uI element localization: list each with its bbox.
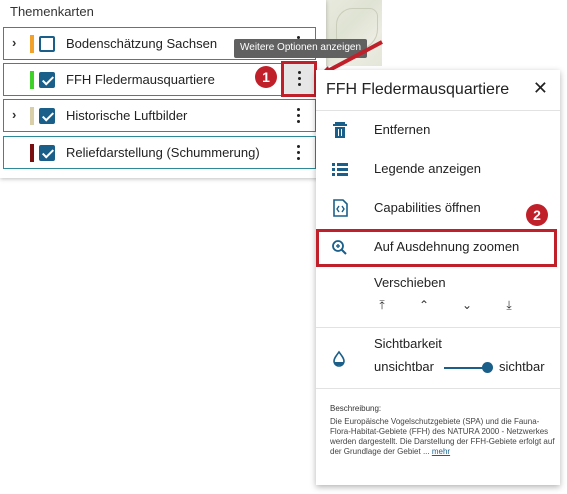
menu-item-remove[interactable]: Entfernen: [316, 112, 560, 148]
more-link[interactable]: mehr: [432, 447, 450, 456]
chevron-right-icon[interactable]: ›: [12, 35, 16, 50]
divider: [316, 327, 560, 328]
layer-checkbox[interactable]: [39, 72, 55, 88]
layer-row-relief[interactable]: Reliefdarstellung (Schummerung): [3, 136, 316, 169]
move-up-icon[interactable]: ⌃: [414, 298, 434, 312]
annotation-marker-1: 1: [255, 66, 277, 88]
visibility-min-label: unsichtbar: [374, 359, 434, 374]
layer-name: Reliefdarstellung (Schummerung): [66, 145, 260, 160]
move-to-top-icon[interactable]: ⤒: [372, 298, 392, 313]
menu-item-label: Legende anzeigen: [374, 161, 481, 176]
layer-checkbox[interactable]: [39, 36, 55, 52]
layer-name: Historische Luftbilder: [66, 108, 188, 123]
move-to-bottom-icon[interactable]: ⤓: [499, 298, 519, 313]
more-options-icon[interactable]: [293, 142, 303, 164]
opacity-icon: [333, 350, 345, 367]
move-buttons: ⤒ ⌃ ⌄ ⤓: [368, 298, 528, 318]
menu-item-legend[interactable]: Legende anzeigen: [316, 151, 560, 187]
divider: [316, 388, 560, 389]
description-label: Beschreibung:: [330, 404, 382, 413]
list-icon: [332, 163, 348, 176]
description-text: Die Europäische Vogelschutzgebiete (SPA)…: [330, 417, 556, 457]
more-options-icon[interactable]: [293, 105, 303, 127]
layer-color-swatch: [30, 107, 34, 125]
layer-name: FFH Fledermausquartiere: [66, 72, 215, 87]
layer-row-luftbilder[interactable]: › Historische Luftbilder: [3, 99, 316, 132]
layer-checkbox[interactable]: [39, 108, 55, 124]
annotation-highlight-box: [316, 229, 557, 267]
panel-title: Themenkarten: [10, 4, 94, 19]
theme-layers-panel: Themenkarten › Bodenschätzung Sachsen FF…: [0, 0, 326, 178]
layer-checkbox[interactable]: [39, 145, 55, 161]
visibility-slider-handle[interactable]: [482, 362, 493, 373]
code-file-icon: [333, 199, 348, 217]
close-icon[interactable]: ✕: [533, 78, 548, 99]
layer-color-swatch: [30, 35, 34, 53]
move-label: Verschieben: [374, 275, 446, 290]
divider: [316, 110, 560, 111]
visibility-max-label: sichtbar: [499, 359, 545, 374]
move-down-icon[interactable]: ⌄: [457, 298, 477, 312]
menu-item-capabilities[interactable]: Capabilities öffnen: [316, 190, 560, 226]
trash-icon: [333, 122, 347, 138]
menu-title: FFH Fledermausquartiere: [326, 81, 510, 98]
visibility-label: Sichtbarkeit: [374, 336, 442, 351]
annotation-marker-2: 2: [526, 204, 548, 226]
menu-item-label: Capabilities öffnen: [374, 200, 481, 215]
menu-item-label: Entfernen: [374, 122, 431, 137]
layer-color-swatch: [30, 144, 34, 162]
layer-name: Bodenschätzung Sachsen: [66, 36, 218, 51]
layer-options-menu: FFH Fledermausquartiere ✕ Entfernen Lege…: [316, 70, 560, 485]
layer-color-swatch: [30, 71, 34, 89]
chevron-right-icon[interactable]: ›: [12, 107, 16, 122]
